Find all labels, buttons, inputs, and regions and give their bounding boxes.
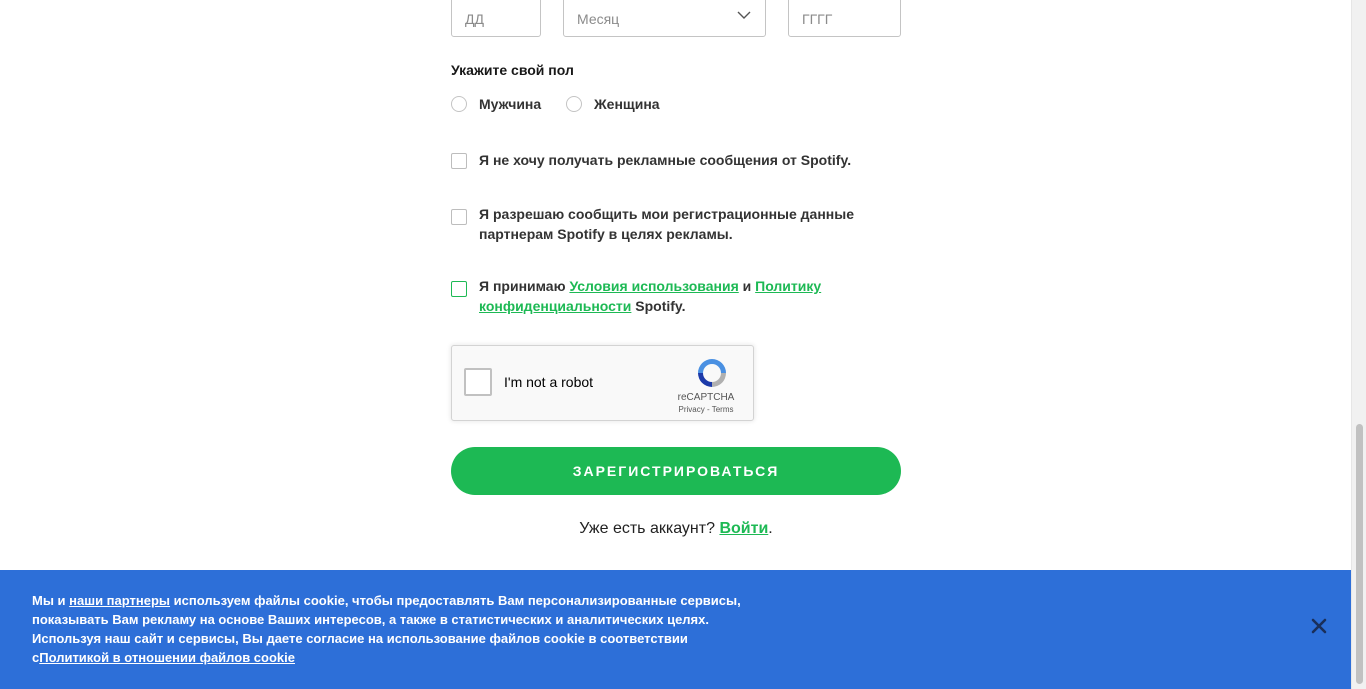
terms-link[interactable]: Условия использования [569, 278, 738, 294]
recaptcha-widget: I'm not a robot reCAPTCHA Privacy - Term… [451, 345, 754, 421]
recaptcha-brand: reCAPTCHA [677, 392, 735, 403]
male-radio[interactable] [451, 96, 467, 112]
login-prompt: Уже есть аккаунт? Войти. [451, 520, 901, 538]
recaptcha-checkbox[interactable] [464, 368, 492, 396]
gender-option-male[interactable]: Мужчина [451, 96, 541, 112]
day-placeholder: ДД [465, 11, 484, 27]
partners-link[interactable]: наши партнеры [69, 593, 170, 608]
female-label: Женщина [594, 96, 660, 112]
day-input[interactable]: ДД [451, 0, 541, 37]
share-data-checkbox[interactable] [451, 209, 467, 225]
terms-and: и [738, 278, 756, 294]
cookie-text: Мы и наши партнеры используем файлы cook… [32, 591, 742, 667]
month-placeholder: Месяц [577, 11, 620, 27]
male-label: Мужчина [479, 96, 542, 112]
gender-heading: Укажите свой пол [451, 62, 574, 78]
female-radio[interactable] [566, 96, 582, 112]
terms-label: Я принимаю Условия использования и Полит… [479, 276, 869, 316]
login-link[interactable]: Войти [719, 520, 768, 537]
gender-option-female[interactable]: Женщина [566, 96, 660, 112]
scrollbar-thumb[interactable] [1356, 424, 1363, 684]
share-data-label: Я разрешаю сообщить мои регистрационные … [479, 206, 854, 242]
recaptcha-label: I'm not a robot [504, 374, 594, 390]
year-input[interactable]: ГГГГ [788, 0, 901, 37]
signup-button[interactable]: ЗАРЕГИСТРИРОВАТЬСЯ [451, 447, 901, 495]
cookie-policy-link[interactable]: Политикой в отношении файлов cookie [39, 650, 295, 665]
signup-page: ДД Месяц ГГГГ Укажите свой пол Мужчина Ж… [0, 0, 1366, 689]
close-icon[interactable] [1311, 618, 1327, 634]
month-select[interactable]: Месяц [563, 0, 766, 37]
no-marketing-checkbox[interactable] [451, 153, 467, 169]
terms-checkbox[interactable] [451, 281, 467, 297]
terms-prefix: Я принимаю [479, 278, 570, 294]
login-prompt-text: Уже есть аккаунт? [579, 520, 720, 537]
recaptcha-logo-icon [698, 359, 726, 387]
chevron-down-icon [737, 11, 751, 19]
cookie-banner: Мы и наши партнеры используем файлы cook… [0, 570, 1351, 689]
terms-suffix: Spotify. [631, 298, 686, 314]
recaptcha-links[interactable]: Privacy - Terms [671, 405, 741, 414]
year-placeholder: ГГГГ [802, 11, 833, 27]
page-scrollbar[interactable] [1351, 0, 1366, 689]
login-suffix: . [768, 520, 773, 537]
cookie-text-start: Мы и [32, 593, 70, 608]
no-marketing-label: Я не хочу получать рекламные сообщения о… [479, 152, 852, 168]
